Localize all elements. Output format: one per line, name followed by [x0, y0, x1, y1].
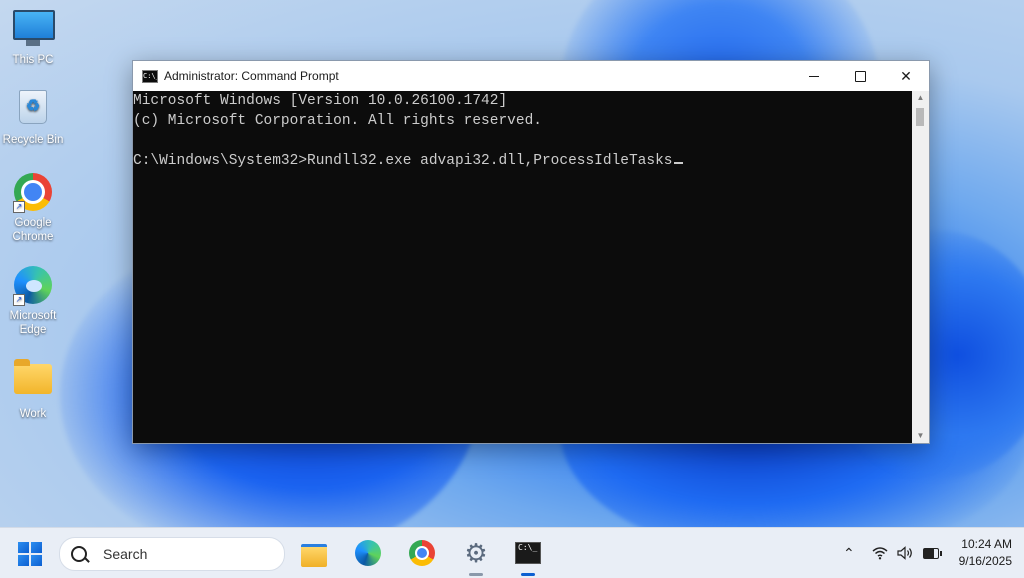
search-placeholder: Search [103, 546, 148, 562]
scroll-down-icon[interactable]: ▼ [912, 429, 929, 443]
recycle-bin-icon: ♻ [13, 90, 53, 130]
clock-date: 9/16/2025 [958, 554, 1012, 568]
taskbar-edge[interactable] [353, 538, 383, 568]
monitor-icon [13, 10, 55, 50]
console-prompt-line: C:\Windows\System32>Rundll32.exe advapi3… [133, 151, 911, 171]
title-bar[interactable]: C:\_ Administrator: Command Prompt ✕ [133, 61, 929, 91]
maximize-icon [854, 70, 866, 82]
desktop-icon-recycle-bin[interactable]: ♻ Recycle Bin [2, 86, 64, 147]
running-indicator [469, 573, 483, 576]
search-box[interactable]: Search [59, 537, 285, 571]
desktop-icon-this-pc[interactable]: This PC [2, 8, 64, 67]
desktop-icon-chrome[interactable]: ↗ Google Chrome [2, 172, 64, 244]
desktop-icon-edge[interactable]: ↗ Microsoft Edge [2, 265, 64, 337]
desktop-icon-label: Microsoft Edge [9, 310, 57, 336]
taskbar-chrome[interactable] [407, 538, 437, 568]
wifi-icon [872, 547, 888, 560]
chrome-icon: ↗ [13, 173, 53, 213]
minimize-button[interactable] [791, 61, 837, 91]
taskbar: Search ⚙ C:\_ ⌃ 10:24 AM 9/16/2025 [0, 527, 1024, 578]
scrollbar-thumb[interactable] [916, 108, 924, 126]
window-title: Administrator: Command Prompt [164, 69, 339, 83]
network-button[interactable] [872, 528, 888, 578]
console-output[interactable]: Microsoft Windows [Version 10.0.26100.17… [133, 91, 911, 443]
taskbar-file-explorer[interactable] [299, 538, 329, 568]
active-indicator [521, 573, 535, 576]
battery-button[interactable] [923, 528, 942, 578]
show-hidden-icons-button[interactable]: ⌃ [843, 528, 855, 578]
folder-icon [13, 359, 53, 404]
cmd-icon: C:\_ [515, 542, 541, 564]
vertical-scrollbar[interactable]: ▲ ▼ [912, 91, 929, 443]
desktop-icon-label: Recycle Bin [2, 134, 64, 146]
close-button[interactable]: ✕ [883, 61, 929, 91]
battery-icon [923, 547, 942, 559]
close-icon: ✕ [900, 67, 912, 84]
console-line: Microsoft Windows [Version 10.0.26100.17… [133, 93, 508, 109]
console-command: C:\Windows\System32>Rundll32.exe advapi3… [133, 153, 673, 169]
desktop-icon-label: Google Chrome [12, 217, 54, 243]
clock-time: 10:24 AM [961, 537, 1012, 551]
gear-icon: ⚙ [464, 538, 488, 568]
text-cursor [673, 162, 683, 164]
chevron-up-icon: ⌃ [843, 544, 855, 561]
volume-button[interactable] [897, 528, 913, 578]
console-line: (c) Microsoft Corporation. All rights re… [133, 113, 542, 129]
speaker-icon [897, 546, 912, 560]
search-icon [71, 546, 87, 562]
edge-icon [355, 540, 381, 566]
desktop-icon-label: This PC [12, 54, 54, 66]
file-explorer-icon [301, 544, 327, 567]
command-prompt-window[interactable]: C:\_ Administrator: Command Prompt ✕ Mic… [132, 60, 930, 444]
chrome-icon [409, 540, 435, 566]
maximize-button[interactable] [837, 61, 883, 91]
edge-icon: ↗ [13, 266, 53, 306]
desktop-icon-label: Work [19, 408, 47, 420]
taskbar-settings[interactable]: ⚙ [461, 538, 491, 576]
scroll-up-icon[interactable]: ▲ [912, 91, 929, 105]
taskbar-command-prompt[interactable]: C:\_ [513, 538, 543, 576]
start-button[interactable] [18, 542, 42, 566]
clock[interactable]: 10:24 AM 9/16/2025 [959, 536, 1012, 570]
minimize-icon [809, 75, 819, 77]
desktop-icon-work[interactable]: Work [2, 358, 64, 421]
cmd-icon: C:\_ [142, 69, 158, 83]
